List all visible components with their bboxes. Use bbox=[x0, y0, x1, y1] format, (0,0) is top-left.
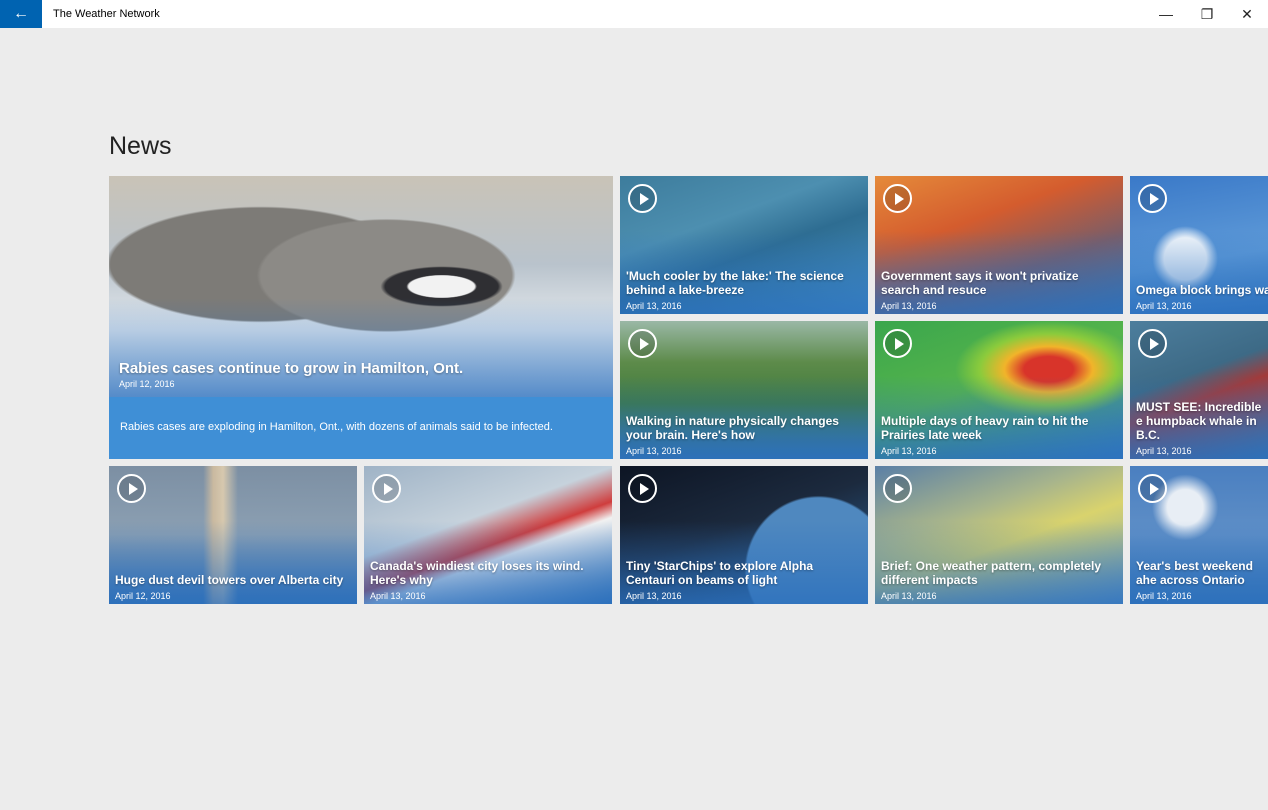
play-icon[interactable] bbox=[372, 474, 401, 503]
play-icon[interactable] bbox=[883, 184, 912, 213]
play-icon[interactable] bbox=[628, 184, 657, 213]
back-button[interactable]: ← bbox=[0, 0, 42, 28]
play-icon[interactable] bbox=[883, 329, 912, 358]
back-arrow-icon: ← bbox=[13, 5, 29, 22]
tile-headline: Year's best weekend ahe across Ontario bbox=[1136, 559, 1253, 587]
news-tile[interactable]: Huge dust devil towers over Alberta city… bbox=[109, 466, 357, 604]
play-icon[interactable] bbox=[117, 474, 146, 503]
title-bar: ← The Weather Network — ❐ ✕ bbox=[0, 0, 1268, 28]
news-tile[interactable]: Government says it won't privatize searc… bbox=[875, 176, 1123, 314]
play-icon[interactable] bbox=[1138, 329, 1167, 358]
tile-date: April 13, 2016 bbox=[881, 446, 937, 456]
tile-headline: Multiple days of heavy rain to hit the P… bbox=[881, 414, 1089, 442]
tile-headline: MUST SEE: Incredible e humpback whale in… bbox=[1136, 400, 1262, 442]
news-tile[interactable]: Omega block brings war to parts of Ontar… bbox=[1130, 176, 1268, 314]
featured-summary: Rabies cases are exploding in Hamilton, … bbox=[109, 397, 613, 459]
tile-headline: Omega block brings war to parts of Ontar… bbox=[1136, 283, 1268, 297]
play-icon[interactable] bbox=[628, 329, 657, 358]
featured-article[interactable]: Rabies cases continue to grow in Hamilto… bbox=[109, 176, 613, 459]
tile-headline: Brief: One weather pattern, completely d… bbox=[881, 559, 1102, 587]
news-tile[interactable]: Canada's windiest city loses its wind. H… bbox=[364, 466, 612, 604]
tile-date: April 13, 2016 bbox=[626, 301, 682, 311]
minimize-button[interactable]: — bbox=[1146, 0, 1186, 28]
tile-date: April 13, 2016 bbox=[1136, 301, 1192, 311]
close-button[interactable]: ✕ bbox=[1227, 0, 1267, 28]
news-tile[interactable]: Tiny 'StarChips' to explore Alpha Centau… bbox=[620, 466, 868, 604]
news-tile[interactable]: Year's best weekend ahe across Ontario A… bbox=[1130, 466, 1268, 604]
tile-date: April 13, 2016 bbox=[370, 591, 426, 601]
tile-date: April 13, 2016 bbox=[1136, 591, 1192, 601]
tile-date: April 13, 2016 bbox=[881, 301, 937, 311]
featured-date: April 12, 2016 bbox=[119, 379, 175, 389]
news-tile[interactable]: Brief: One weather pattern, completely d… bbox=[875, 466, 1123, 604]
maximize-button[interactable]: ❐ bbox=[1187, 0, 1227, 28]
play-icon[interactable] bbox=[628, 474, 657, 503]
tile-date: April 12, 2016 bbox=[115, 591, 171, 601]
featured-headline: Rabies cases continue to grow in Hamilto… bbox=[119, 360, 464, 377]
tile-headline: Canada's windiest city loses its wind. H… bbox=[370, 559, 584, 587]
news-tile[interactable]: MUST SEE: Incredible e humpback whale in… bbox=[1130, 321, 1268, 459]
tile-date: April 13, 2016 bbox=[881, 591, 937, 601]
tile-headline: 'Much cooler by the lake:' The science b… bbox=[626, 269, 844, 297]
tile-date: April 13, 2016 bbox=[626, 446, 682, 456]
news-tile[interactable]: Walking in nature physically changes you… bbox=[620, 321, 868, 459]
play-icon[interactable] bbox=[1138, 474, 1167, 503]
tile-headline: Walking in nature physically changes you… bbox=[626, 414, 839, 442]
app-title: The Weather Network bbox=[53, 8, 160, 20]
tile-headline: Tiny 'StarChips' to explore Alpha Centau… bbox=[626, 559, 814, 587]
play-icon[interactable] bbox=[883, 474, 912, 503]
page-title: News bbox=[109, 132, 172, 160]
news-tile[interactable]: Multiple days of heavy rain to hit the P… bbox=[875, 321, 1123, 459]
tile-headline: Huge dust devil towers over Alberta city bbox=[115, 573, 344, 587]
image-shade bbox=[109, 297, 613, 397]
tile-headline: Government says it won't privatize searc… bbox=[881, 269, 1079, 297]
tile-date: April 13, 2016 bbox=[1136, 446, 1192, 456]
news-tile[interactable]: 'Much cooler by the lake:' The science b… bbox=[620, 176, 868, 314]
play-icon[interactable] bbox=[1138, 184, 1167, 213]
tile-date: April 13, 2016 bbox=[626, 591, 682, 601]
